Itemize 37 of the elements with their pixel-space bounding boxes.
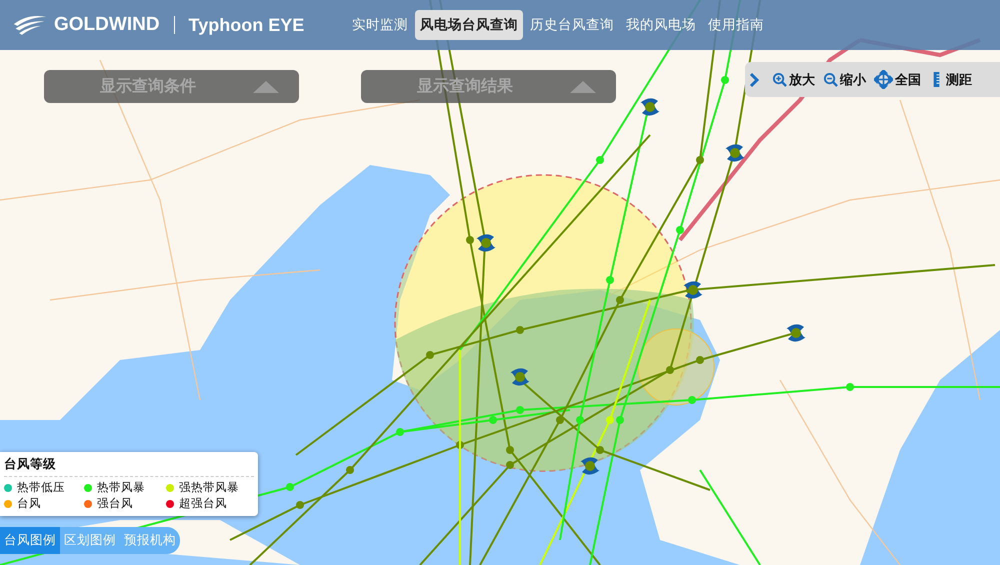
triangle-up-icon [570, 80, 596, 92]
legend-tab[interactable]: 预报机构 [120, 527, 180, 554]
typhoon-icon[interactable] [683, 281, 703, 299]
typhoon-icon[interactable] [786, 324, 806, 342]
legend-tab[interactable]: 区划图例 [60, 527, 120, 554]
legend-label: 台风 [17, 496, 41, 511]
nav-tab[interactable]: 历史台风查询 [525, 10, 619, 40]
logo-text: GOLDWIND [54, 14, 160, 36]
map-tool-button[interactable]: 全国 [871, 70, 924, 89]
legend-label: 超强台风 [179, 496, 227, 511]
wind-swoosh-icon [12, 14, 48, 36]
legend-tab[interactable]: 台风图例 [0, 527, 60, 554]
typhoon-icon[interactable] [640, 98, 660, 116]
legend-label: 强台风 [97, 496, 133, 511]
chevron-right-icon[interactable] [749, 72, 759, 88]
typhoon-icon[interactable] [476, 234, 496, 252]
legend-label: 强热带风暴 [179, 480, 239, 495]
triangle-up-icon [253, 80, 279, 92]
legend-label: 热带风暴 [97, 480, 145, 495]
legend-title: 台风等级 [4, 456, 254, 477]
crosshair-arrows-icon [874, 70, 893, 89]
panel-toggle-button[interactable]: 显示查询条件 [44, 70, 299, 103]
nav-tab[interactable]: 风电场台风查询 [415, 10, 523, 40]
nav-tab[interactable]: 我的风电场 [621, 10, 701, 40]
map-tool-button[interactable]: 测距 [926, 70, 975, 88]
map-tool-button[interactable]: 缩小 [820, 70, 869, 88]
typhoon-icon[interactable] [580, 457, 600, 475]
typhoon-icon[interactable] [510, 368, 530, 386]
panel-toggle-button[interactable]: 显示查询结果 [361, 70, 616, 103]
legend-label: 热带低压 [17, 480, 65, 495]
nav-tab[interactable]: 使用指南 [703, 10, 769, 40]
map-tool-button[interactable]: 放大 [769, 70, 818, 88]
product-name: Typhoon EYE [188, 14, 304, 36]
zoom-in-icon [772, 72, 787, 87]
zoom-out-icon [823, 72, 838, 87]
nav-tab[interactable]: 实时监测 [347, 10, 413, 40]
typhoon-icon[interactable] [725, 144, 745, 162]
